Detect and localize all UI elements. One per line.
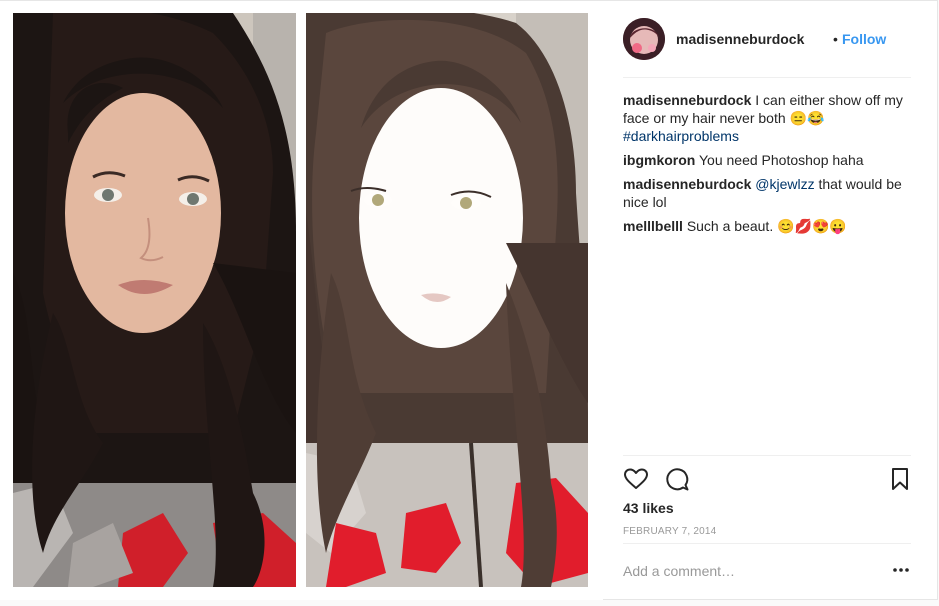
comment-username[interactable]: madisenneburdock	[623, 176, 751, 192]
add-comment-bar	[623, 543, 911, 599]
heart-icon[interactable]	[623, 466, 649, 492]
comment-item: melllbelll Such a beaut. 😊💋😍😛	[623, 217, 908, 235]
hashtag-link[interactable]: #darkhairproblems	[623, 128, 739, 144]
post-card: madisenneburdock • Follow madisenneburdo…	[0, 0, 938, 600]
comment-item: ibgmkoron You need Photoshop haha	[623, 151, 908, 169]
avatar[interactable]	[623, 18, 665, 60]
comment-username[interactable]: ibgmkoron	[623, 152, 695, 168]
add-comment-input[interactable]	[623, 563, 873, 579]
comment-text: Such a beaut. 😊💋😍😛	[686, 218, 847, 234]
post-photo-right	[306, 13, 588, 587]
post-header: madisenneburdock • Follow	[623, 18, 911, 78]
likes-count[interactable]: 43 likes	[623, 500, 674, 516]
comment-item: madisenneburdock @kjewlzz that would be …	[623, 175, 908, 211]
mention-link[interactable]: @kjewlzz	[755, 176, 814, 192]
header-separator: •	[833, 31, 838, 47]
comment-icon[interactable]	[664, 466, 690, 492]
post-date: FEBRUARY 7, 2014	[623, 526, 717, 537]
post-actions: 43 likes FEBRUARY 7, 2014	[623, 455, 911, 545]
post-sidebar: madisenneburdock • Follow madisenneburdo…	[603, 1, 938, 600]
comments-list: madisenneburdock I can either show off m…	[623, 91, 908, 241]
comment-username[interactable]: madisenneburdock	[623, 92, 751, 108]
more-options-icon[interactable]	[891, 560, 911, 580]
post-photo-left	[13, 13, 296, 587]
comment-text: You need Photoshop haha	[698, 152, 864, 168]
comment-username[interactable]: melllbelll	[623, 218, 683, 234]
bookmark-icon[interactable]	[887, 466, 913, 492]
header-username[interactable]: madisenneburdock	[676, 31, 804, 47]
follow-button[interactable]: Follow	[842, 31, 886, 47]
comment-caption: madisenneburdock I can either show off m…	[623, 91, 908, 145]
post-media[interactable]	[0, 1, 603, 600]
